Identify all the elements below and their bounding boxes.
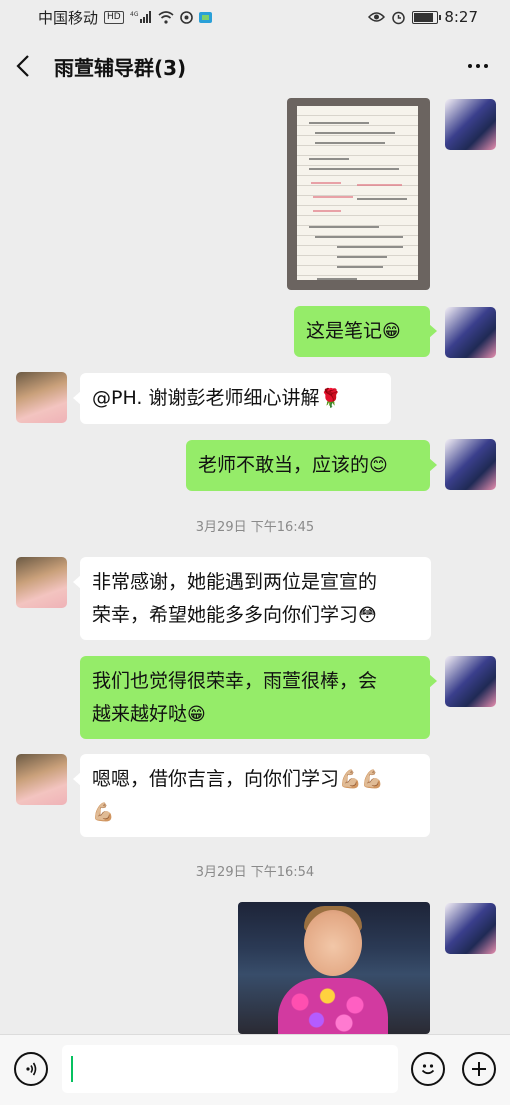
message-bubble[interactable]: 老师不敢当，应该的😊 — [186, 440, 437, 491]
signal-icon: 4G — [130, 10, 152, 24]
avatar[interactable] — [16, 372, 67, 423]
timestamp: 3月29日 下午16:54 — [195, 865, 315, 880]
hd-badge: HD — [104, 10, 124, 24]
chat-header: 雨萱辅导群(3) — [0, 34, 510, 98]
eye-icon — [368, 11, 386, 23]
battery-icon — [412, 10, 442, 24]
notebook-page — [297, 106, 418, 280]
notebook-image[interactable] — [287, 98, 430, 290]
message-text: 老师不敢当，应该的 — [198, 454, 370, 476]
message-bubble[interactable]: 非常感谢，她能遇到两位是宣宣的 荣幸，希望她能多多向你们学习😳 — [73, 557, 431, 640]
avatar[interactable] — [445, 307, 496, 358]
svg-text:4G: 4G — [130, 11, 139, 18]
message-text: 越来越好哒 — [92, 703, 188, 725]
more-dots-icon — [468, 64, 472, 68]
wifi-icon — [158, 10, 174, 24]
message-input[interactable] — [62, 1045, 398, 1093]
message-text: @PH. 谢谢彭老师细心讲解 — [92, 387, 320, 409]
child-face — [304, 910, 362, 976]
message-text: 我们也觉得很荣幸，雨萱很棒，会 — [92, 670, 378, 692]
input-bar — [0, 1034, 510, 1105]
plus-icon — [472, 1062, 486, 1076]
plus-button[interactable] — [462, 1052, 496, 1086]
message-bubble[interactable]: 嗯嗯，借你吉言，向你们学习💪🏼💪🏼 💪🏼 — [73, 754, 430, 837]
avatar[interactable] — [445, 99, 496, 150]
chevron-left-icon — [16, 55, 29, 77]
chat-title: 雨萱辅导群(3) — [54, 55, 187, 80]
status-right: 8:27 — [368, 8, 478, 26]
rose-emoji-icon: 🌹 — [319, 388, 342, 409]
flower-bouquet — [278, 978, 388, 1034]
smile-emoji-icon: 😊 — [369, 455, 388, 476]
emoji-button[interactable] — [411, 1052, 445, 1086]
data-saver-icon — [179, 10, 193, 24]
grin-emoji-icon: 😁 — [382, 321, 401, 342]
clock: 8:27 — [444, 8, 478, 26]
avatar[interactable] — [445, 439, 496, 490]
back-button[interactable] — [16, 54, 40, 78]
text-caret — [71, 1056, 73, 1082]
message-bubble[interactable]: 我们也觉得很荣幸，雨萱很棒，会 越来越好哒😁 — [80, 656, 437, 739]
flushed-emoji-icon: 😳 — [358, 605, 377, 626]
message-bubble[interactable]: @PH. 谢谢彭老师细心讲解🌹 — [73, 373, 391, 424]
grin-emoji-icon: 😁 — [187, 704, 206, 725]
app-notification-icon — [198, 11, 212, 23]
emoji-icon — [421, 1064, 435, 1075]
timestamp: 3月29日 下午16:45 — [195, 520, 315, 535]
voice-icon — [26, 1062, 37, 1076]
message-bubble[interactable]: 这是笔记😁 — [294, 306, 437, 357]
more-button[interactable] — [462, 64, 494, 68]
avatar[interactable] — [445, 903, 496, 954]
message-text: 嗯嗯，借你吉言，向你们学习 — [92, 768, 340, 790]
avatar[interactable] — [445, 656, 496, 707]
flexed-biceps-emoji-icon: 💪🏼 — [92, 802, 115, 823]
avatar[interactable] — [16, 557, 67, 608]
status-left: 中国移动 HD 4G — [38, 7, 212, 28]
message-text: 荣幸，希望她能多多向你们学习 — [92, 604, 359, 626]
carrier-label: 中国移动 — [38, 8, 99, 27]
status-bar: 中国移动 HD 4G 8:27 — [0, 0, 510, 34]
alarm-icon — [391, 10, 406, 25]
child-photo-image[interactable] — [238, 902, 430, 1034]
flexed-biceps-emoji-icon: 💪🏼💪🏼 — [339, 769, 384, 790]
voice-button[interactable] — [14, 1052, 48, 1086]
message-text: 非常感谢，她能遇到两位是宣宣的 — [92, 571, 378, 593]
message-text: 这是笔记 — [306, 320, 383, 342]
avatar[interactable] — [16, 754, 67, 805]
